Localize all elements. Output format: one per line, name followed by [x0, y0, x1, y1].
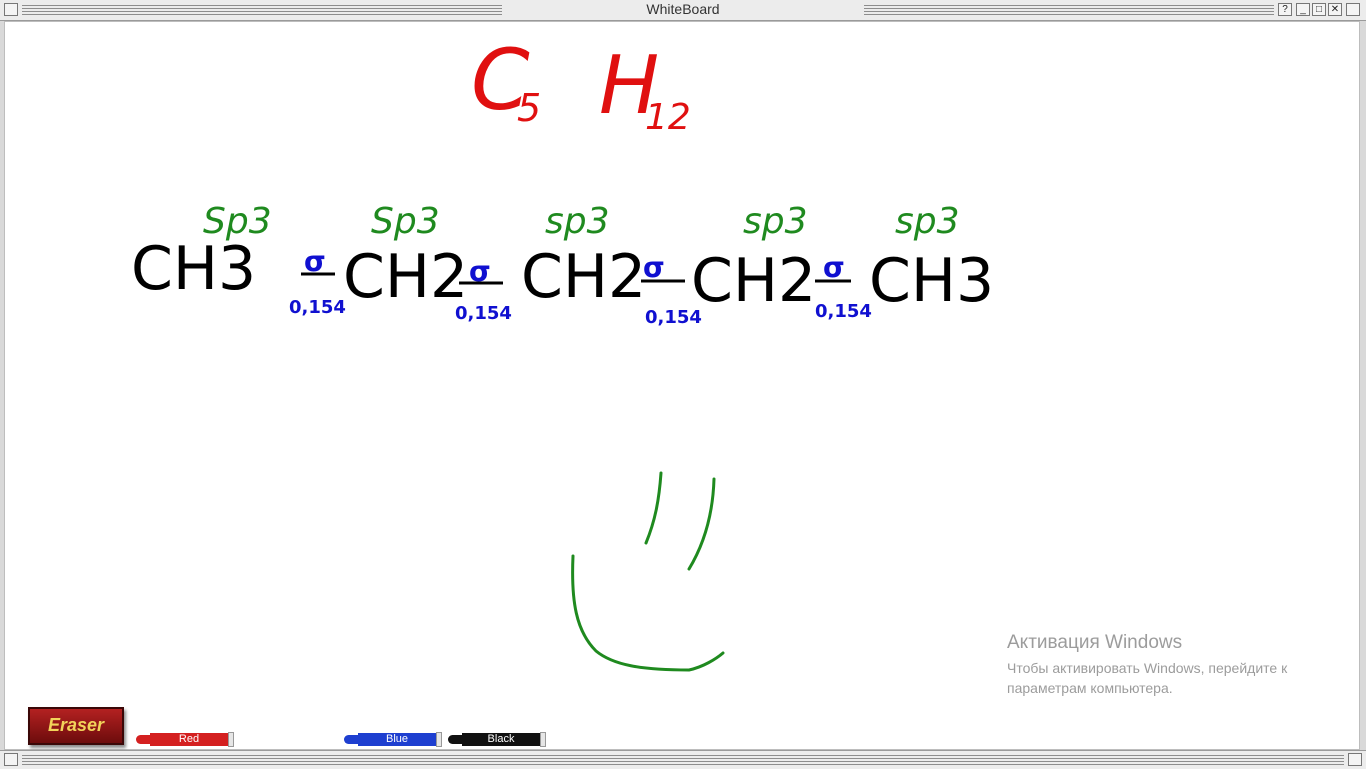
green-stroke-right [687, 477, 716, 571]
maximize-button[interactable]: □ [1312, 3, 1326, 16]
hybridization-label-5: sp3 [895, 201, 960, 242]
watermark-subtitle: Чтобы активировать Windows, перейдите к … [1007, 660, 1288, 696]
bond-length-2: 0,154 [455, 303, 512, 324]
close-button[interactable]: ✕ [1328, 3, 1342, 16]
marker-blue-label: Blue [358, 733, 436, 746]
resize-box[interactable] [1346, 3, 1360, 16]
marker-blue[interactable]: Blue [344, 732, 442, 747]
windows-activation-watermark: Активация Windows Чтобы активировать Win… [1007, 632, 1327, 698]
bond-length-1: 0,154 [289, 297, 346, 318]
bottom-right-box [1348, 753, 1362, 766]
chain-group-5: CH3 [869, 246, 994, 316]
hybridization-label-2: Sp3 [371, 201, 440, 242]
bottom-left-box [4, 753, 18, 766]
marker-cap-blue [436, 732, 442, 747]
marker-red-label: Red [150, 733, 228, 746]
chain-group-2: CH2 [343, 242, 468, 312]
chain-group-1: CH3 [131, 234, 256, 304]
chain-group-4: CH2 [691, 246, 816, 316]
marker-cap-black [540, 732, 546, 747]
chain-group-3: CH2 [521, 242, 646, 312]
bottom-grip [22, 755, 1344, 765]
green-stroke-left [644, 471, 663, 545]
formula-hydrogen-count: 12 [645, 97, 691, 138]
marker-black-label: Black [462, 733, 540, 746]
window-titlebar[interactable]: WhiteBoard ? _ □ ✕ [0, 0, 1366, 21]
bond-length-4: 0,154 [815, 301, 872, 322]
green-stroke-curve [571, 554, 725, 672]
help-button[interactable]: ? [1278, 3, 1292, 16]
minimize-button[interactable]: _ [1296, 3, 1310, 16]
bond-sigma-3: σ [643, 251, 665, 284]
bond-length-3: 0,154 [645, 307, 702, 328]
marker-red[interactable]: Red [136, 732, 234, 747]
window-title: WhiteBoard [0, 1, 1366, 17]
watermark-title: Активация Windows [1007, 632, 1183, 653]
hybridization-label-3: sp3 [545, 201, 610, 242]
marker-black[interactable]: Black [448, 732, 546, 747]
formula-carbon-count: 5 [517, 86, 541, 130]
marker-cap-red [228, 732, 234, 747]
window-bottom-bar [0, 750, 1366, 769]
bond-sigma-4: σ [823, 251, 845, 284]
eraser-button[interactable]: Eraser [28, 707, 124, 745]
hybridization-label-4: sp3 [743, 201, 808, 242]
